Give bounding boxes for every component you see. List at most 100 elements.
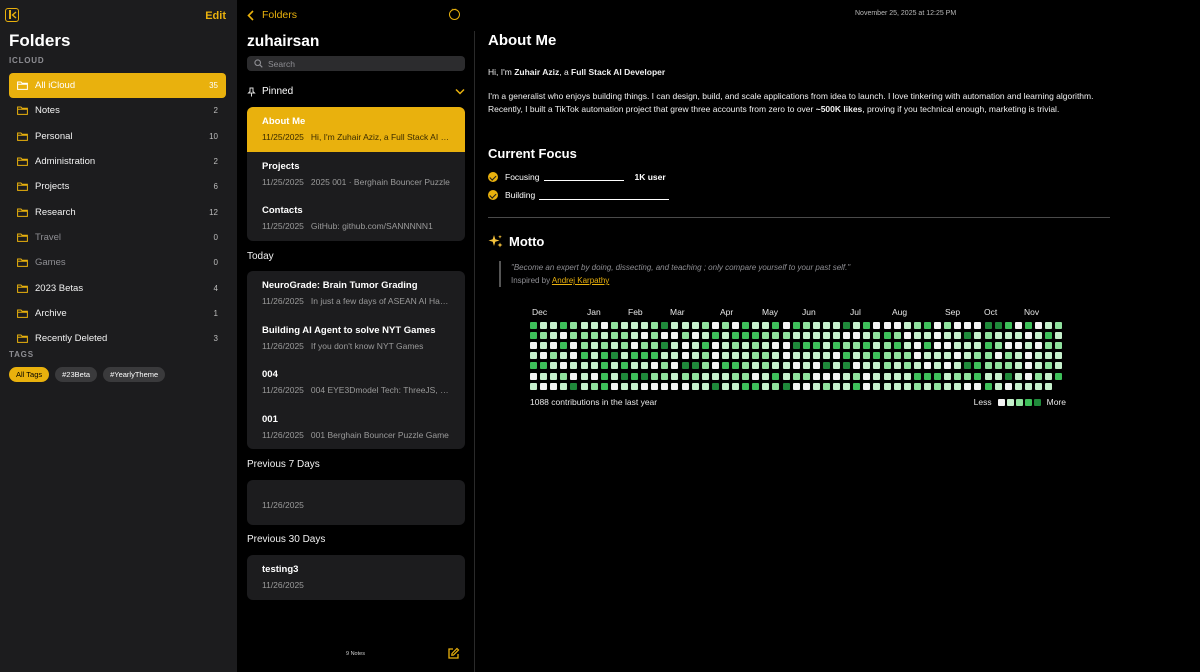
- note-preview: GitHub: github.com/SANNNNN1: [310, 221, 433, 231]
- contribution-cell: [812, 332, 820, 340]
- note-meta: 11/25/2025 2025 001 · Berghain Bouncer Pu…: [262, 177, 450, 187]
- folder-travel[interactable]: Travel 0: [9, 225, 226, 250]
- contribution-cell: [530, 342, 537, 350]
- contribution-cell: [903, 332, 911, 340]
- folder-research[interactable]: Research 12: [9, 199, 226, 224]
- contribution-grid: [530, 321, 1070, 393]
- checkbox-checked-icon[interactable]: [488, 190, 498, 200]
- contribution-cell: [651, 382, 659, 390]
- folder-list: All iCloud 35 Notes 2 Personal 10 Administrati…: [9, 73, 226, 351]
- contribution-cell: [711, 372, 719, 380]
- folder-archive[interactable]: Archive 1: [9, 301, 226, 326]
- contribution-cell: [843, 362, 851, 370]
- contribution-cell: [994, 322, 1002, 329]
- legend-swatch: [1006, 398, 1014, 406]
- contribution-cell: [984, 382, 992, 390]
- contribution-cell: [550, 322, 558, 329]
- note-item[interactable]: Contacts 11/25/2025 GitHub: github.com/SAN…: [247, 196, 465, 241]
- folder-projects[interactable]: Projects 6: [9, 174, 226, 199]
- note-item[interactable]: testing3 11/26/2025: [247, 555, 465, 600]
- note-item[interactable]: Building AI Agent to solve NYT Games 11/2…: [247, 316, 465, 361]
- folder-icon: [17, 334, 28, 344]
- note-item[interactable]: 11/26/2025: [247, 480, 465, 525]
- contribution-cell: [1014, 382, 1022, 390]
- tag-chip[interactable]: #YearlyTheme: [103, 367, 166, 382]
- folder-personal[interactable]: Personal 10: [9, 124, 226, 149]
- contribution-cell: [691, 382, 699, 390]
- contribution-cell: [752, 322, 760, 329]
- contribution-cell: [651, 332, 659, 340]
- contribution-cell: [681, 342, 689, 350]
- contribution-cell: [1055, 372, 1063, 380]
- folder-recently-deleted[interactable]: Recently Deleted 3: [9, 326, 226, 351]
- pinned-header[interactable]: Pinned: [247, 86, 465, 97]
- tag-chip[interactable]: #23Beta: [55, 367, 98, 382]
- karpathy-link[interactable]: Andrej Karpathy: [552, 276, 609, 285]
- back-to-folders[interactable]: Folders: [247, 9, 297, 21]
- contribution-cell: [742, 332, 750, 340]
- note-title: Contacts: [262, 205, 303, 216]
- contribution-cell: [833, 372, 840, 380]
- folder-administration[interactable]: Administration 2: [9, 149, 226, 174]
- search-bar[interactable]: [247, 56, 465, 71]
- note-item[interactable]: 004 11/26/2025 004 EYE3Dmodel Tech: ThreeJ…: [247, 360, 465, 405]
- contribution-cell: [883, 372, 891, 380]
- contribution-cell: [782, 372, 790, 380]
- search-input[interactable]: [268, 58, 448, 69]
- contribution-cell: [772, 322, 780, 329]
- contribution-cell: [863, 362, 871, 370]
- folder-count: 35: [209, 81, 218, 91]
- contribution-cell: [1004, 332, 1012, 340]
- contribution-cell: [782, 322, 790, 329]
- contribution-cell: [590, 362, 598, 370]
- note-item[interactable]: Projects 11/25/2025 2025 001 · Berghain Bo…: [247, 152, 465, 197]
- note-item[interactable]: 001 11/26/2025 001 Berghain Bouncer Puzzle…: [247, 405, 465, 450]
- month-label: Feb: [628, 307, 643, 317]
- contribution-cell: [893, 322, 901, 329]
- contribution-cell: [762, 322, 770, 329]
- contribution-cell: [550, 362, 558, 370]
- contribution-cell: [802, 382, 810, 390]
- contribution-cell: [984, 362, 992, 370]
- contribution-cell: [903, 322, 911, 329]
- contribution-cell: [732, 372, 739, 380]
- note-date: 11/25/2025: [262, 176, 304, 187]
- contribution-cell: [1035, 382, 1042, 390]
- folder-label: Notes: [35, 105, 60, 117]
- contribution-cell: [913, 332, 921, 340]
- note-item[interactable]: About Me 11/25/2025 Hi, I'm Zuhair Aziz, a…: [247, 107, 465, 152]
- pin-icon: [247, 87, 256, 96]
- contribution-cell: [863, 382, 871, 390]
- sidebar-toggle-icon[interactable]: [5, 8, 19, 22]
- contribution-cell: [954, 372, 962, 380]
- contribution-cell: [560, 322, 568, 329]
- contribution-cell: [570, 372, 578, 380]
- more-options-icon[interactable]: [449, 6, 460, 20]
- chevron-down-icon[interactable]: [455, 88, 465, 95]
- edit-button[interactable]: Edit: [205, 10, 226, 22]
- contribution-cell: [721, 322, 729, 329]
- note-editor[interactable]: November 25, 2025 at 12:25 PM About Me H…: [475, 0, 1200, 672]
- contribution-cell: [1055, 362, 1063, 370]
- folder-count: 2: [213, 157, 218, 167]
- tag-chip[interactable]: All Tags: [9, 367, 50, 382]
- contribution-cell: [711, 352, 719, 360]
- folder-games[interactable]: Games 0: [9, 250, 226, 275]
- contribution-cell: [802, 322, 810, 329]
- contribution-cell: [903, 342, 911, 350]
- contribution-cell: [711, 362, 719, 370]
- folder-notes[interactable]: Notes 2: [9, 98, 226, 123]
- folder-2023-betas[interactable]: 2023 Betas 4: [9, 275, 226, 300]
- contribution-cell: [610, 382, 618, 390]
- checkbox-checked-icon[interactable]: [488, 172, 498, 182]
- compose-icon[interactable]: [447, 647, 460, 660]
- contribution-cell: [782, 382, 790, 390]
- note-meta: 11/25/2025 GitHub: github.com/SANNNNN1: [262, 221, 450, 231]
- contribution-cell: [610, 322, 618, 329]
- note-item[interactable]: NeuroGrade: Brain Tumor Grading 11/26/202…: [247, 271, 465, 316]
- contribution-cell: [1045, 342, 1053, 350]
- month-label: Jun: [802, 307, 816, 317]
- contribution-cell: [913, 322, 921, 329]
- contribution-cell: [671, 362, 679, 370]
- folder-all-icloud[interactable]: All iCloud 35: [9, 73, 226, 99]
